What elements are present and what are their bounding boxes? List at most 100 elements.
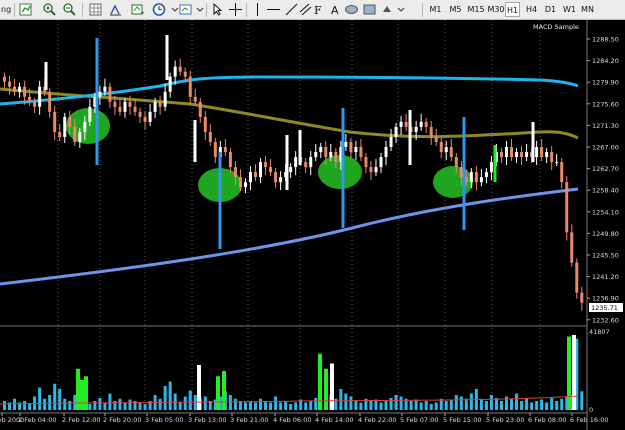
candle-body — [228, 152, 232, 168]
volume-bar — [499, 401, 503, 410]
candle-body — [68, 116, 72, 127]
volume-bar-highlight — [222, 371, 226, 410]
cursor-icon[interactable] — [210, 2, 225, 17]
volume-bar — [259, 398, 263, 410]
candle-body — [8, 81, 12, 87]
volume-bar — [28, 404, 32, 410]
volume-bar — [484, 401, 488, 410]
candle-body — [153, 101, 157, 112]
price-chart[interactable]: 1288.50 1284.20 1279.90 1275.60 1271.30 1267.… — [0, 20, 625, 430]
candle-body — [264, 162, 268, 168]
zoom-in-icon[interactable] — [42, 2, 57, 17]
grid-icon[interactable] — [88, 2, 103, 17]
candle-body — [545, 152, 549, 158]
zoom-out-icon[interactable] — [62, 2, 77, 17]
candle-body — [133, 106, 137, 112]
volume-bar — [43, 398, 47, 410]
candle-body — [449, 147, 453, 158]
candle-body — [83, 121, 87, 132]
volume-bar — [264, 401, 268, 410]
candle-body — [309, 157, 313, 168]
text-icon[interactable]: A — [328, 2, 343, 17]
candle-body — [459, 167, 463, 178]
candle-body — [329, 152, 333, 158]
price-axis-label: 1288.50 — [592, 36, 619, 44]
fibonacci-icon[interactable]: F — [312, 2, 327, 17]
candle-body — [243, 182, 247, 188]
candle-body — [384, 147, 388, 158]
volume-bar — [38, 387, 42, 410]
candle-body — [479, 177, 483, 183]
timeframe-m5-button[interactable]: M5 — [448, 2, 463, 17]
rectangle-icon[interactable] — [362, 2, 377, 17]
candle-body — [158, 101, 162, 107]
crosshair-icon[interactable] — [228, 2, 243, 17]
volume-bar — [394, 395, 398, 410]
toolbar-separator — [422, 3, 423, 17]
candle-body — [560, 162, 564, 183]
chart-grid-icon[interactable] — [18, 2, 33, 17]
candle-body — [289, 167, 293, 173]
volume-bar — [489, 395, 493, 410]
volume-bar — [243, 402, 247, 410]
timeframe-mn-button[interactable]: MN — [580, 2, 595, 17]
candle-body — [429, 126, 433, 137]
timeframe-h4-button[interactable]: H4 — [524, 2, 539, 17]
indicators-icon[interactable] — [130, 2, 145, 17]
volume-bar — [434, 402, 438, 410]
volume-bar — [294, 402, 298, 410]
timeframe-m1-button[interactable]: M1 — [428, 2, 443, 17]
volume-bar — [424, 401, 428, 410]
timeframe-m30-button[interactable]: M30 — [487, 2, 505, 17]
volume-bar — [168, 381, 172, 410]
candle-body — [319, 147, 323, 153]
vertical-line-icon[interactable] — [250, 2, 265, 17]
candle-body — [198, 101, 202, 117]
price-axis-label: 1275.60 — [592, 100, 619, 108]
volume-bar — [379, 402, 383, 410]
time-axis-label: 3 Feb 13:00 — [188, 416, 227, 424]
time-axis-label: 6 Feb 08:00 — [528, 416, 567, 424]
candle-body — [389, 136, 393, 147]
timeframe-m15-button[interactable]: M15 — [467, 2, 485, 17]
volume-bar — [449, 399, 453, 410]
clock-icon[interactable] — [152, 2, 167, 17]
trendline-icon[interactable] — [284, 2, 299, 17]
candle-body — [294, 157, 298, 168]
svg-text:A: A — [331, 4, 339, 17]
candle-body — [444, 147, 448, 153]
chart-canvas[interactable]: 1288.50 1284.20 1279.90 1275.60 1271.30 1267.… — [0, 20, 625, 430]
candle-body — [203, 116, 207, 132]
candle-body — [334, 152, 338, 163]
vertical-markers — [44, 35, 535, 249]
candle-body — [515, 152, 519, 158]
candle-body — [63, 116, 67, 137]
volume-bar-highlight — [567, 336, 571, 410]
channel-icon[interactable] — [298, 2, 313, 17]
period-separator-icon[interactable] — [108, 2, 123, 17]
volume-bar — [279, 402, 283, 410]
timeframe-d1-button[interactable]: D1 — [543, 2, 558, 17]
volume-bar — [158, 398, 162, 410]
candle-body — [193, 96, 197, 102]
arrows-icon[interactable] — [380, 2, 395, 17]
chevron-down-icon[interactable] — [394, 2, 409, 17]
price-axis-label: 1279.90 — [592, 79, 619, 87]
price-axis-label: 1241.20 — [592, 273, 619, 281]
volume-bar — [173, 393, 177, 410]
volume-bar — [494, 398, 498, 410]
volume-bar — [103, 402, 107, 410]
templates-icon[interactable] — [178, 2, 193, 17]
volume-bars — [0, 335, 584, 410]
timeframe-h1-button[interactable]: H1 — [505, 2, 520, 17]
volume-bar — [354, 401, 358, 410]
volume-bar — [58, 389, 62, 410]
horizontal-line-icon[interactable] — [266, 2, 281, 17]
volume-bar — [53, 383, 57, 410]
candle-body — [374, 167, 378, 173]
ellipse-icon[interactable] — [344, 2, 359, 17]
signal-bar — [44, 62, 48, 90]
volume-bar-highlight — [572, 335, 576, 410]
timeframe-w1-button[interactable]: W1 — [562, 2, 577, 17]
candle-body — [279, 177, 283, 183]
